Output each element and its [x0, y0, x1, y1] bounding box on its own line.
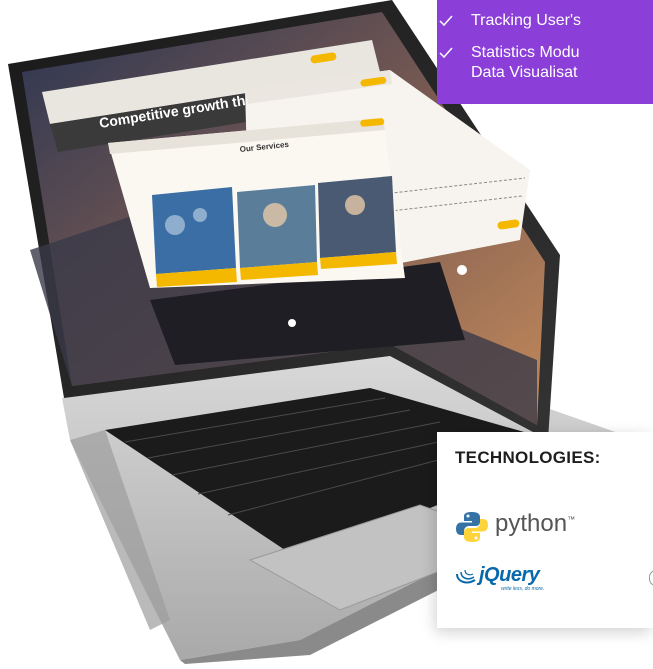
technologies-card: TECHNOLOGIES: python™ jQuery write less,… — [437, 432, 653, 628]
feature-label: Data Visualisat — [471, 64, 578, 81]
feature-label: Tracking User's — [471, 12, 582, 29]
jquery-label: jQuery — [479, 564, 540, 586]
feature-item: Statistics Modu — [439, 43, 580, 63]
python-label: python™ — [495, 510, 576, 537]
check-icon — [439, 43, 453, 63]
service-card-1[interactable] — [152, 187, 236, 274]
python-logo: python™ — [455, 510, 575, 549]
python-icon — [455, 512, 489, 548]
partial-logo-icon — [649, 570, 653, 586]
feature-item: Data Visualisat — [471, 63, 577, 83]
jquery-icon — [455, 569, 477, 590]
technologies-title: TECHNOLOGIES: — [455, 448, 601, 467]
service-card-3[interactable] — [318, 176, 396, 258]
features-panel: Tracking User's Statistics Modu Data Vis… — [437, 0, 653, 104]
feature-label: Statistics Modu — [471, 44, 580, 61]
jquery-logo: jQuery write less, do more. — [455, 564, 544, 592]
feature-item: Tracking User's — [439, 11, 582, 31]
browser-window-services: Our Services — [108, 118, 405, 288]
jquery-tagline: write less, do more. — [501, 586, 545, 592]
check-icon — [439, 11, 453, 31]
